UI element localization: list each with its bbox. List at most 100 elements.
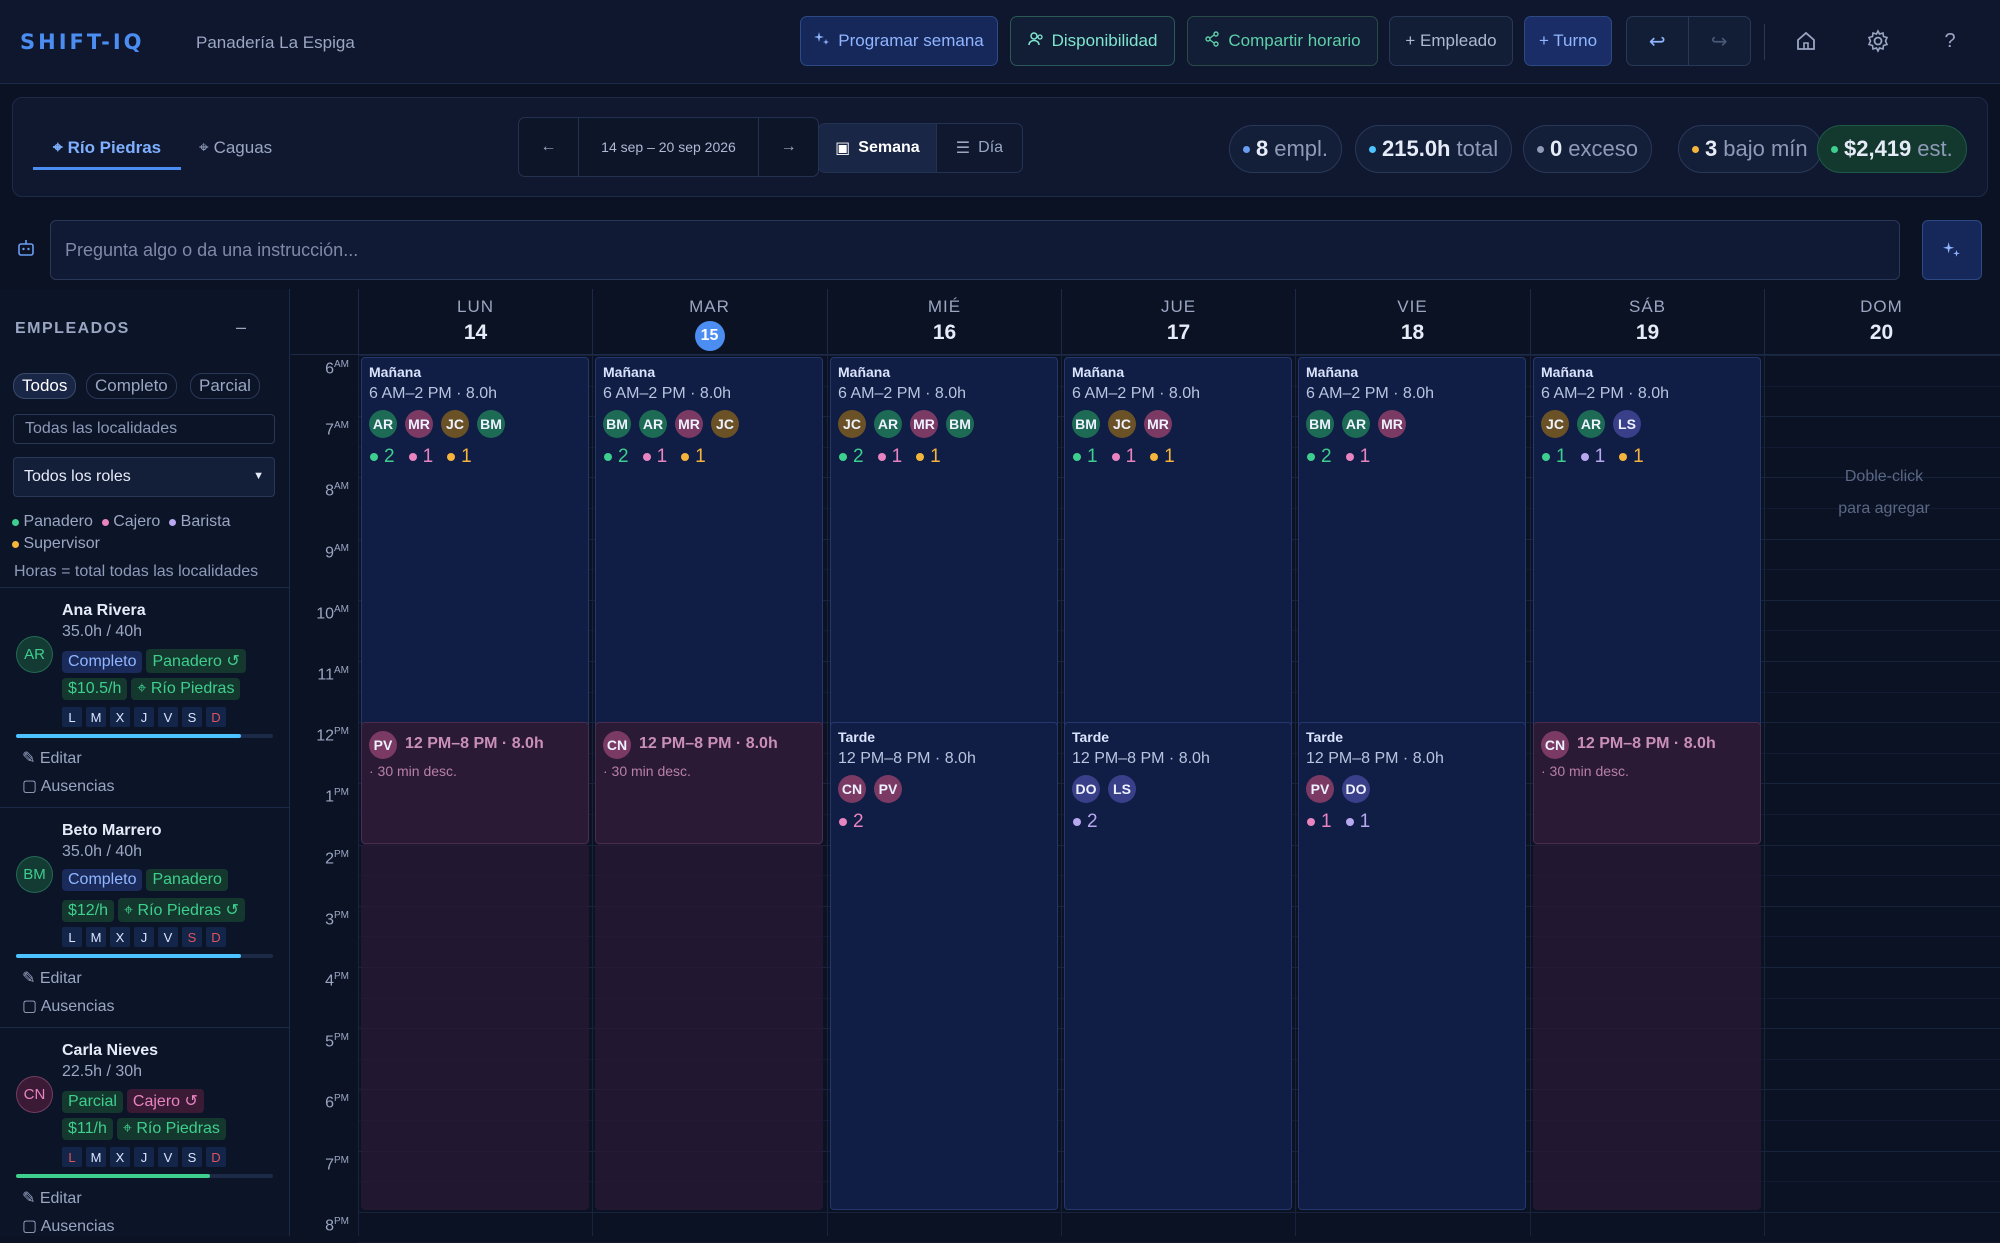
day-header-17[interactable]: JUE 17	[1061, 289, 1295, 355]
employee-chip[interactable]: AR	[1577, 410, 1605, 438]
day-header-19[interactable]: SÁB 19	[1530, 289, 1764, 355]
programar-semana-button[interactable]: Programar semana	[800, 16, 998, 66]
day-header-18[interactable]: VIE 18	[1295, 289, 1529, 355]
edit-link[interactable]: ✎ Editar	[22, 748, 82, 768]
edit-link[interactable]: ✎ Editar	[22, 968, 82, 988]
day-header-20[interactable]: DOM 20	[1764, 289, 1998, 355]
employee-chip[interactable]: BM	[1306, 410, 1334, 438]
redo-button[interactable]: ↪	[1689, 17, 1751, 65]
day-availability[interactable]: S	[182, 927, 202, 947]
shift-afternoon-single[interactable]: PV 12 PM–8 PM · 8.0h · 30 min desc.	[361, 722, 589, 845]
employee-chip[interactable]: MR	[1144, 410, 1172, 438]
employee-chip[interactable]: MR	[1378, 410, 1406, 438]
role-filter[interactable]: Todos los roles ▼	[13, 457, 275, 497]
add-empleado-button[interactable]: + Empleado	[1389, 16, 1513, 66]
employee-chip[interactable]: BM	[603, 410, 631, 438]
undo-button[interactable]: ↩	[1627, 17, 1689, 65]
employee-chip[interactable]: MR	[910, 410, 938, 438]
disponibilidad-button[interactable]: Disponibilidad	[1010, 16, 1175, 66]
day-header-14[interactable]: LUN 14	[358, 289, 592, 355]
ask-input[interactable]: Pregunta algo o da una instrucción...	[50, 220, 1900, 280]
shift-afternoon-single[interactable]: CN 12 PM–8 PM · 8.0h · 30 min desc.	[1533, 722, 1761, 845]
employee-chip[interactable]: DO	[1072, 775, 1100, 804]
employee-chip[interactable]: BM	[1072, 410, 1100, 438]
ask-submit-button[interactable]	[1922, 220, 1982, 280]
day-availability[interactable]: D	[206, 927, 226, 947]
employee-chip[interactable]: JC	[441, 410, 469, 438]
day-availability[interactable]: J	[134, 1147, 154, 1167]
employee-card[interactable]: CN Carla Nieves 22.5h / 30h Parcial Cajer…	[0, 1028, 289, 1236]
tab-caguas[interactable]: ⌖ Caguas	[199, 138, 272, 158]
employee-chip[interactable]: JC	[711, 410, 739, 438]
employee-chip[interactable]: PV	[1306, 775, 1334, 804]
day-availability[interactable]: S	[182, 707, 202, 727]
employee-chip[interactable]: LS	[1108, 775, 1136, 804]
employee-chip[interactable]: MR	[675, 410, 703, 438]
day-availability[interactable]: V	[158, 1147, 178, 1167]
role-dot-icon	[1150, 453, 1159, 461]
day-availability[interactable]: L	[62, 1147, 82, 1167]
employee-chip[interactable]: PV	[874, 775, 902, 804]
collapse-button[interactable]: –	[236, 317, 246, 338]
filter-parcial[interactable]: Parcial	[190, 373, 260, 399]
day-availability[interactable]: V	[158, 927, 178, 947]
shift-afternoon-single[interactable]: CN 12 PM–8 PM · 8.0h · 30 min desc.	[595, 722, 823, 845]
employee-chip[interactable]: PV	[369, 731, 397, 760]
shift-afternoon[interactable]: Tarde 12 PM–8 PM · 8.0h CN PV 2	[830, 722, 1058, 1210]
day-availability[interactable]: L	[62, 707, 82, 727]
edit-link[interactable]: ✎ Editar	[22, 1188, 82, 1208]
day-availability[interactable]: M	[86, 927, 106, 947]
home-button[interactable]	[1785, 20, 1827, 62]
absences-link[interactable]: ▢ Ausencias	[22, 1216, 115, 1236]
day-availability[interactable]: D	[206, 707, 226, 727]
employee-chip[interactable]: JC	[838, 410, 866, 438]
employee-chip[interactable]: AR	[874, 410, 902, 438]
employee-chip[interactable]: AR	[639, 410, 667, 438]
employee-chip[interactable]: CN	[603, 731, 631, 760]
day-availability[interactable]: V	[158, 707, 178, 727]
employee-chip[interactable]: BM	[477, 410, 505, 438]
absences-link[interactable]: ▢ Ausencias	[22, 776, 115, 796]
compartir-horario-button[interactable]: Compartir horario	[1187, 16, 1378, 66]
empty-day-hint[interactable]: Doble-click para agregar	[1766, 461, 2000, 525]
employee-card[interactable]: AR Ana Rivera 35.0h / 40h Completo Panade…	[0, 588, 289, 808]
filter-completo[interactable]: Completo	[86, 373, 177, 399]
employee-chip[interactable]: LS	[1613, 410, 1641, 438]
day-availability[interactable]: J	[134, 707, 154, 727]
view-semana-button[interactable]: ▣ Semana	[819, 124, 936, 172]
employee-chip[interactable]: JC	[1108, 410, 1136, 438]
day-availability[interactable]: S	[182, 1147, 202, 1167]
settings-button[interactable]	[1857, 20, 1899, 62]
shift-title: Mañana	[1072, 364, 1125, 380]
day-availability[interactable]: X	[110, 927, 130, 947]
prev-week-button[interactable]: ←	[519, 118, 579, 176]
employee-chip[interactable]: JC	[1541, 410, 1569, 438]
absences-link[interactable]: ▢ Ausencias	[22, 996, 115, 1016]
day-availability[interactable]: X	[110, 707, 130, 727]
shift-afternoon[interactable]: Tarde 12 PM–8 PM · 8.0h PV DO 11	[1298, 722, 1526, 1210]
day-header-16[interactable]: MIÉ 16	[827, 289, 1061, 355]
next-week-button[interactable]: →	[758, 118, 818, 176]
location-filter[interactable]: Todas las localidades	[13, 414, 275, 444]
employee-chip[interactable]: BM	[946, 410, 974, 438]
employee-chip[interactable]: CN	[1541, 731, 1569, 760]
employee-chip[interactable]: MR	[405, 410, 433, 438]
filter-todos[interactable]: Todos	[13, 373, 77, 399]
employee-card[interactable]: BM Beto Marrero 35.0h / 40h Completo Pana…	[0, 808, 289, 1028]
employee-chip[interactable]: AR	[1342, 410, 1370, 438]
day-availability[interactable]: M	[86, 1147, 106, 1167]
day-availability[interactable]: J	[134, 927, 154, 947]
day-availability[interactable]: D	[206, 1147, 226, 1167]
day-availability[interactable]: M	[86, 707, 106, 727]
employee-chip[interactable]: DO	[1342, 775, 1370, 804]
add-turno-button[interactable]: + Turno	[1524, 16, 1612, 66]
help-button[interactable]: ?	[1929, 20, 1971, 62]
day-header-15[interactable]: MAR 15	[592, 289, 826, 355]
day-availability[interactable]: X	[110, 1147, 130, 1167]
day-availability[interactable]: L	[62, 927, 82, 947]
employee-chip[interactable]: CN	[838, 775, 866, 804]
view-dia-button[interactable]: ☰ Día	[935, 124, 1022, 172]
shift-afternoon[interactable]: Tarde 12 PM–8 PM · 8.0h DO LS 2	[1064, 722, 1292, 1210]
tab-rio-piedras[interactable]: ⌖ Río Piedras	[53, 138, 161, 158]
employee-chip[interactable]: AR	[369, 410, 397, 438]
